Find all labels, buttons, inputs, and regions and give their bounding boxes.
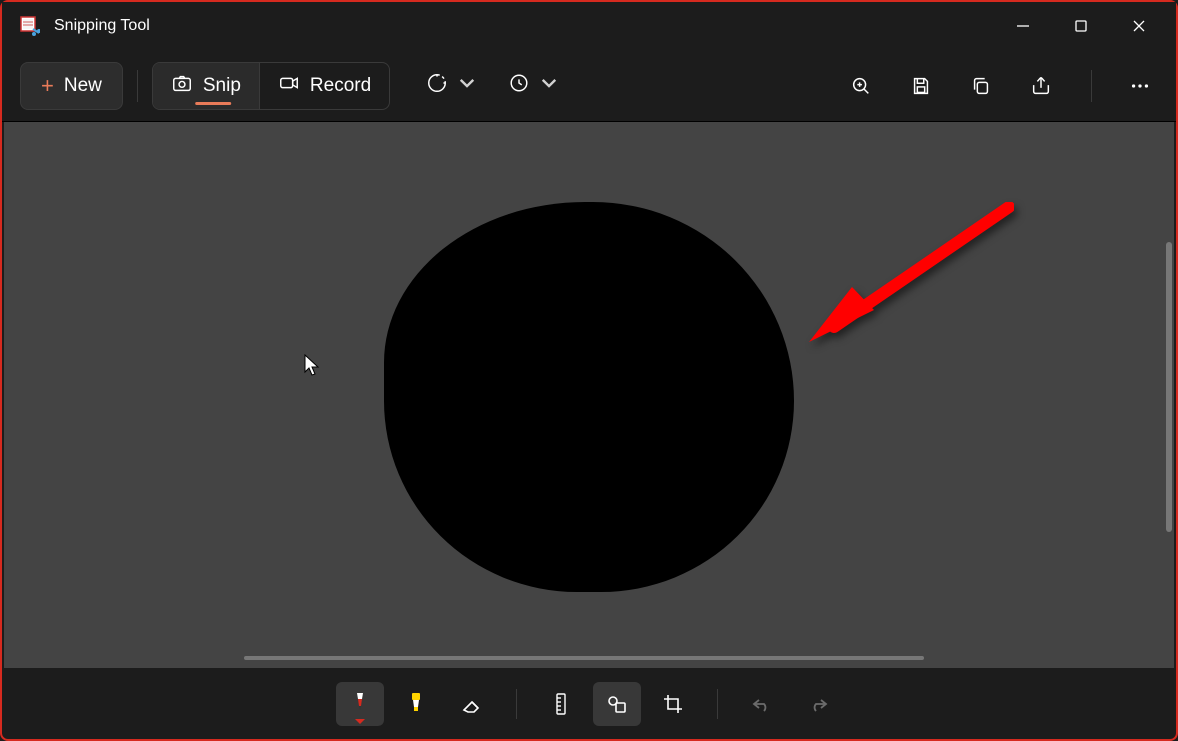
new-label: New xyxy=(64,75,102,97)
maximize-button[interactable] xyxy=(1052,6,1110,46)
chevron-down-icon xyxy=(355,719,365,724)
vertical-scrollbar[interactable] xyxy=(1166,242,1172,532)
camera-icon xyxy=(171,72,193,100)
video-icon xyxy=(278,72,300,100)
app-icon xyxy=(20,16,40,36)
titlebar: Snipping Tool xyxy=(2,2,1176,50)
undo-button[interactable] xyxy=(738,682,786,726)
minimize-button[interactable] xyxy=(994,6,1052,46)
snip-tab[interactable]: Snip xyxy=(153,63,259,109)
toolbar: + New Snip Record xyxy=(2,50,1176,122)
snip-mode-icon xyxy=(426,72,448,99)
highlighter-tool[interactable] xyxy=(392,682,440,726)
canvas-area[interactable] xyxy=(4,122,1174,668)
annotation-arrow xyxy=(804,202,1014,352)
horizontal-scrollbar[interactable] xyxy=(244,656,924,660)
copy-button[interactable] xyxy=(969,74,993,98)
canvas-content xyxy=(4,122,1174,668)
shapes-tool[interactable] xyxy=(593,682,641,726)
ink-shape xyxy=(384,202,794,592)
close-button[interactable] xyxy=(1110,6,1168,46)
separator xyxy=(1091,70,1092,102)
separator xyxy=(717,689,718,719)
redo-button[interactable] xyxy=(794,682,842,726)
zoom-button[interactable] xyxy=(849,74,873,98)
crop-tool[interactable] xyxy=(649,682,697,726)
window-title: Snipping Tool xyxy=(54,17,150,35)
eraser-tool[interactable] xyxy=(448,682,496,726)
right-tools xyxy=(849,70,1158,102)
bottom-toolbar xyxy=(4,670,1174,737)
snip-label: Snip xyxy=(203,75,241,97)
delay-dropdown[interactable] xyxy=(508,72,560,99)
chevron-down-icon xyxy=(456,72,478,99)
record-label: Record xyxy=(310,75,371,97)
pen-tool[interactable] xyxy=(336,682,384,726)
ruler-tool[interactable] xyxy=(537,682,585,726)
clock-icon xyxy=(508,72,530,99)
share-button[interactable] xyxy=(1029,74,1053,98)
save-button[interactable] xyxy=(909,74,933,98)
new-button[interactable]: + New xyxy=(20,62,123,110)
mode-segmented: Snip Record xyxy=(152,62,390,110)
separator xyxy=(516,689,517,719)
chevron-down-icon xyxy=(538,72,560,99)
more-button[interactable] xyxy=(1128,74,1152,98)
separator xyxy=(137,70,138,102)
plus-icon: + xyxy=(41,73,54,99)
snip-mode-dropdown[interactable] xyxy=(426,72,478,99)
caption-buttons xyxy=(994,6,1168,46)
cursor-icon xyxy=(304,354,320,376)
record-tab[interactable]: Record xyxy=(259,63,389,109)
